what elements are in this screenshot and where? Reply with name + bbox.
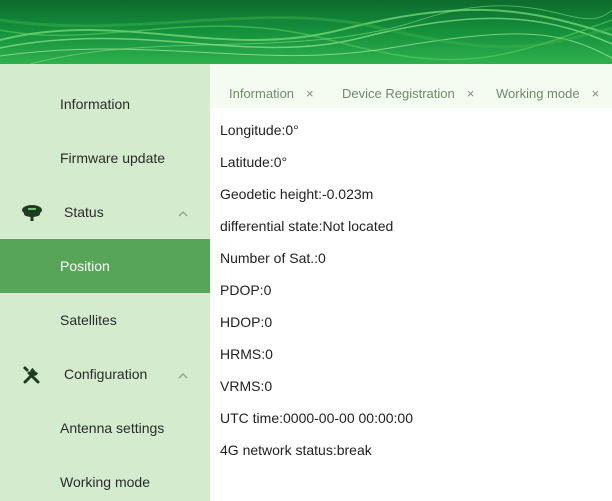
sidebar-item-working-mode[interactable]: Working mode	[0, 455, 210, 501]
hrms-value: HRMS:0	[220, 346, 273, 362]
sidebar-item-label: Position	[60, 258, 110, 274]
close-icon[interactable]: ×	[592, 86, 600, 101]
sidebar-group-label: Status	[64, 204, 104, 220]
close-icon[interactable]: ×	[306, 86, 314, 101]
banner-wave-decoration	[0, 5, 612, 64]
close-icon[interactable]: ×	[467, 86, 475, 101]
sidebar-item-label: Firmware update	[60, 150, 166, 166]
sidebar-item-information[interactable]: Information	[0, 77, 210, 131]
sidebar-item-firmware-update[interactable]: Firmware update	[0, 131, 210, 185]
tab-working-mode[interactable]: Working mode ×	[496, 84, 599, 102]
sidebar-item-label: Antenna settings	[60, 420, 165, 436]
sidebar-group-configuration[interactable]: Configuration	[0, 347, 210, 401]
tab-label: Device Registration	[342, 85, 455, 101]
pdop-value: PDOP:0	[220, 282, 272, 298]
sidebar-group-status[interactable]: Status	[0, 185, 210, 239]
network-status-value: 4G network status:break	[220, 442, 372, 458]
sidebar-item-label: Satellites	[60, 312, 117, 328]
vrms-value: VRMS:0	[220, 378, 273, 394]
sidebar-group-label: Configuration	[64, 366, 148, 382]
tab-bar: Information × Device Registration × Work…	[210, 64, 612, 108]
latitude-value: Latitude:0°	[220, 154, 288, 170]
tab-label: Working mode	[496, 85, 580, 101]
position-info-list: Longitude:0° Latitude:0° Geodetic height…	[220, 120, 413, 472]
gnss-receiver-icon	[21, 202, 43, 222]
differential-state-value: differential state:Not located	[220, 218, 394, 234]
sidebar-item-antenna-settings[interactable]: Antenna settings	[0, 401, 210, 455]
tab-device-registration[interactable]: Device Registration ×	[342, 84, 474, 102]
tab-information[interactable]: Information ×	[229, 84, 314, 102]
sidebar-menu: Information Firmware update Status Posit…	[0, 64, 210, 501]
geodetic-height-value: Geodetic height:-0.023m	[220, 186, 374, 202]
tab-label: Information	[229, 85, 295, 101]
sidebar-item-position[interactable]: Position	[0, 239, 210, 293]
chevron-up-icon[interactable]	[177, 206, 189, 217]
sidebar-item-satellites[interactable]: Satellites	[0, 293, 210, 347]
header-banner	[0, 0, 612, 64]
number-of-satellites-value: Number of Sat.:0	[220, 250, 326, 266]
longitude-value: Longitude:0°	[220, 122, 299, 138]
tools-icon	[21, 364, 43, 384]
hdop-value: HDOP:0	[220, 314, 273, 330]
sidebar-item-label: Information	[60, 96, 131, 112]
sidebar-item-label: Working mode	[60, 474, 151, 490]
chevron-up-icon[interactable]	[177, 368, 189, 379]
utc-time-value: UTC time:0000-00-00 00:00:00	[220, 410, 413, 426]
main-content: Information × Device Registration × Work…	[210, 64, 612, 501]
